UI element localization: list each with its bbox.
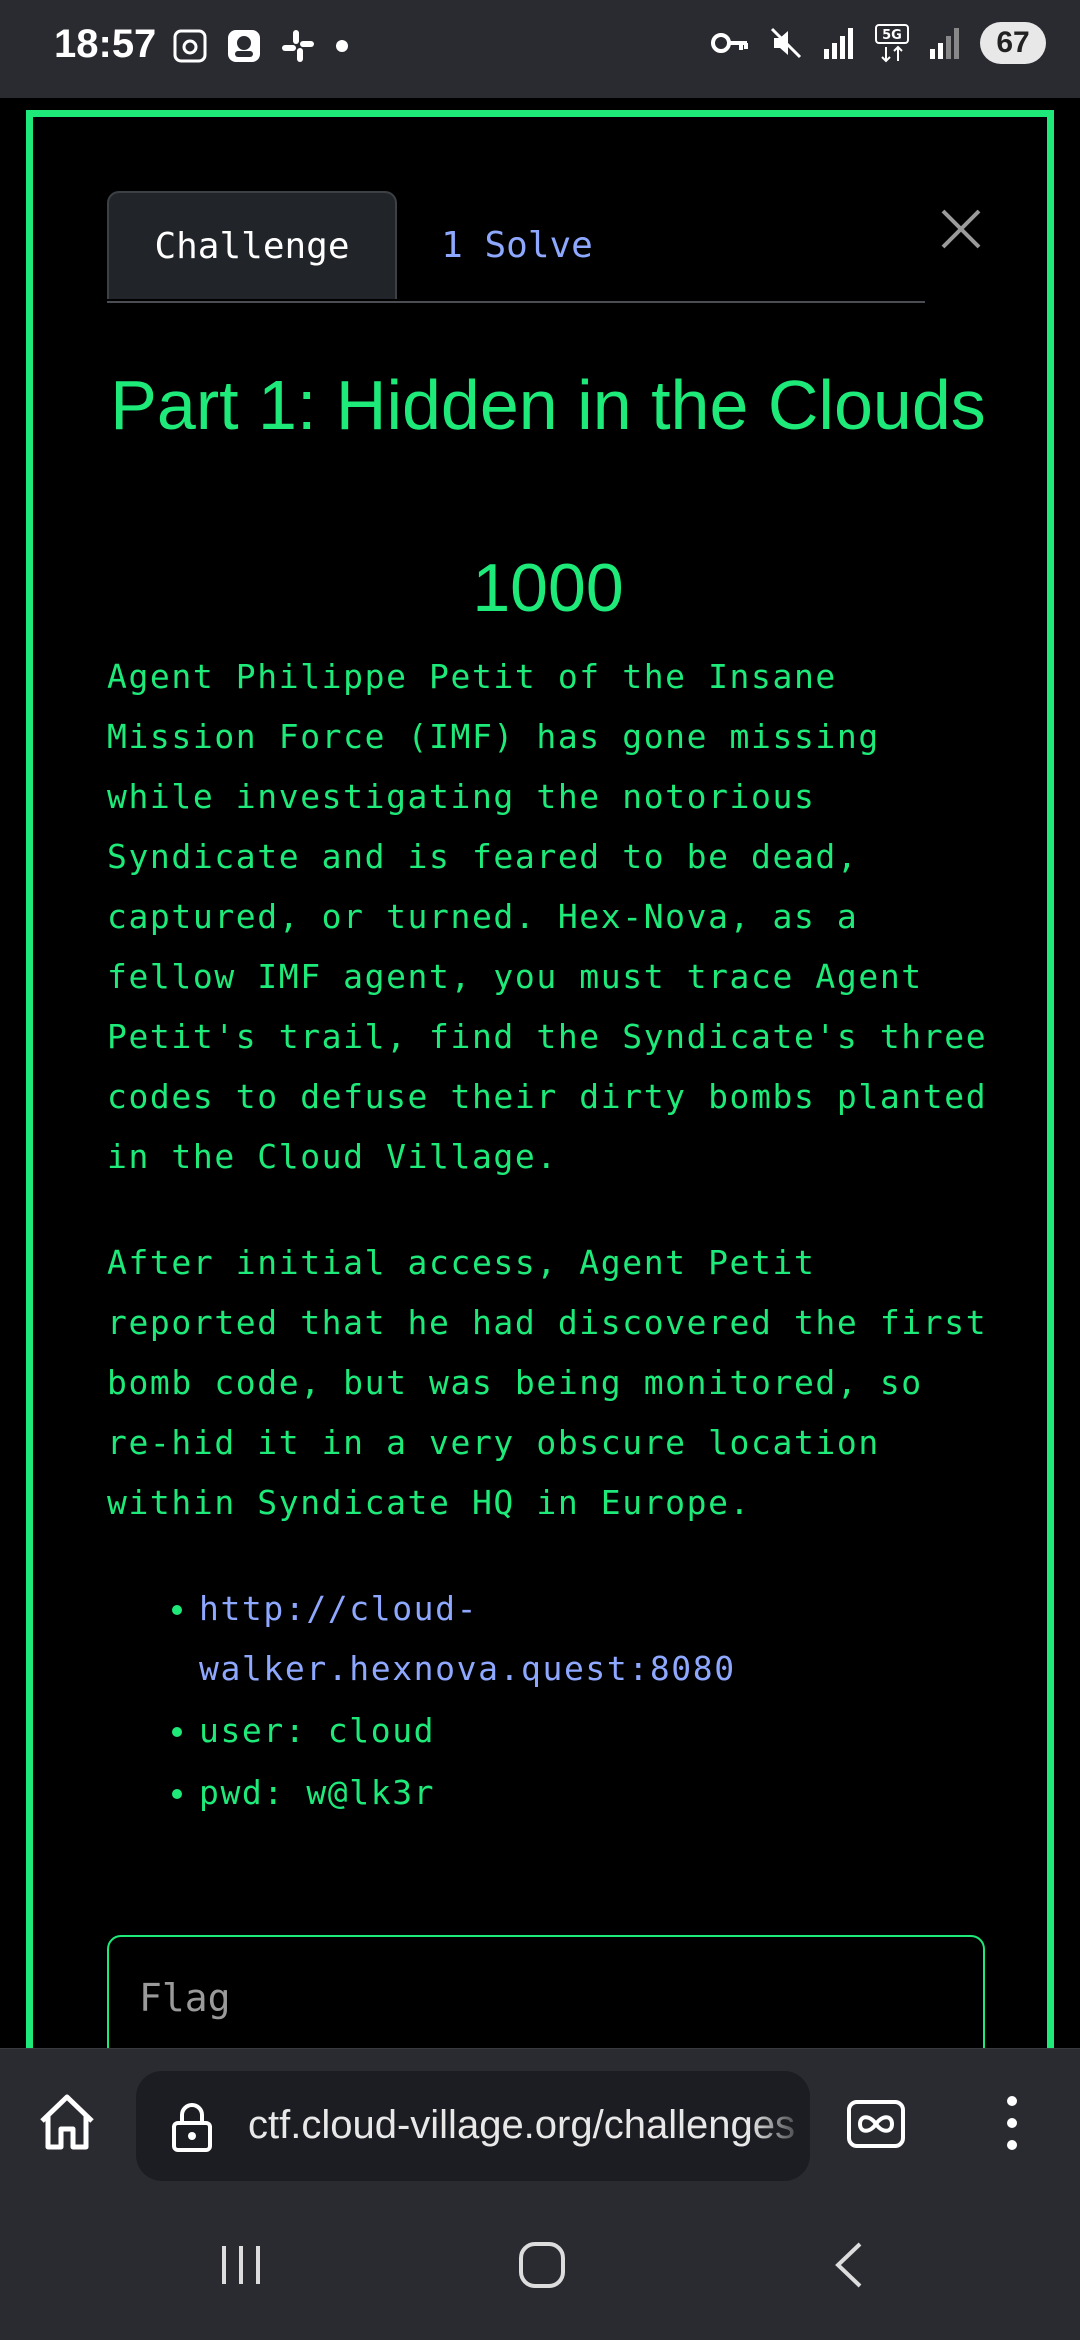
list-item: http://cloud-walker.hexnova.quest:8080 <box>199 1579 1007 1699</box>
home-icon <box>40 2094 94 2150</box>
challenge-points: 1000 <box>472 550 624 626</box>
dot-icon <box>336 40 348 52</box>
status-bar: 18:57 5G 67 <box>0 0 1080 98</box>
more-vertical-icon <box>1007 2096 1017 2150</box>
back-button[interactable] <box>826 2240 876 2295</box>
description-paragraph: After initial access, Agent Petit report… <box>107 1243 988 1522</box>
status-right-icons: 5G 67 <box>710 22 1046 64</box>
status-time: 18:57 <box>54 22 157 66</box>
page-content: Challenge 1 Solve Part 1: Hidden in the … <box>0 98 1080 2070</box>
signal-icon <box>930 28 959 59</box>
list-item: pwd: w@lk3r <box>199 1763 1007 1823</box>
address-bar[interactable]: ctf.cloud-village.org/challenges <box>136 2071 810 2181</box>
signal-icon <box>824 28 853 59</box>
challenge-title: Part 1: Hidden in the Clouds <box>110 366 986 444</box>
home-button[interactable] <box>34 2089 100 2155</box>
challenge-url-link[interactable]: http://cloud-walker.hexnova.quest:8080 <box>199 1589 736 1688</box>
tab-challenge[interactable]: Challenge <box>107 191 397 299</box>
recent-apps-icon <box>222 2246 260 2284</box>
status-left-icons <box>172 28 350 64</box>
challenge-modal: Challenge 1 Solve Part 1: Hidden in the … <box>26 110 1054 2070</box>
extension-button[interactable] <box>846 2099 906 2154</box>
system-nav-bar <box>0 2200 1080 2340</box>
flag-input[interactable]: Flag <box>107 1935 985 2061</box>
mute-icon <box>770 27 802 59</box>
list-item: user: cloud <box>199 1701 1007 1761</box>
lock-icon <box>172 2103 212 2152</box>
app-icon <box>228 30 260 62</box>
svg-text:5G: 5G <box>882 28 902 43</box>
close-icon <box>941 209 981 249</box>
url-fade <box>750 2071 810 2181</box>
modal-tabs: Challenge 1 Solve <box>107 191 925 303</box>
nav-home-icon <box>519 2242 565 2288</box>
description-paragraph: Agent Philippe Petit of the Insane Missi… <box>107 657 988 1176</box>
more-menu-button[interactable] <box>1000 2093 1024 2158</box>
challenge-description: Agent Philippe Petit of the Insane Missi… <box>107 647 1007 1825</box>
vpn-key-icon <box>711 33 748 53</box>
nav-home-button[interactable] <box>517 2240 567 2295</box>
recent-apps-button[interactable] <box>216 2240 266 2295</box>
url-text: ctf.cloud-village.org/challenges <box>248 2103 795 2147</box>
5g-icon: 5G <box>875 24 909 63</box>
tab-solves[interactable]: 1 Solve <box>397 191 637 299</box>
battery-indicator: 67 <box>980 22 1046 64</box>
browser-toolbar: ctf.cloud-village.org/challenges <box>0 2048 1080 2201</box>
back-icon <box>835 2242 862 2288</box>
screenshot-icon <box>173 29 207 63</box>
infinity-icon <box>847 2100 905 2148</box>
close-button[interactable] <box>931 199 991 259</box>
slack-icon <box>282 30 314 62</box>
credentials-list: http://cloud-walker.hexnova.quest:8080 u… <box>107 1579 1007 1823</box>
